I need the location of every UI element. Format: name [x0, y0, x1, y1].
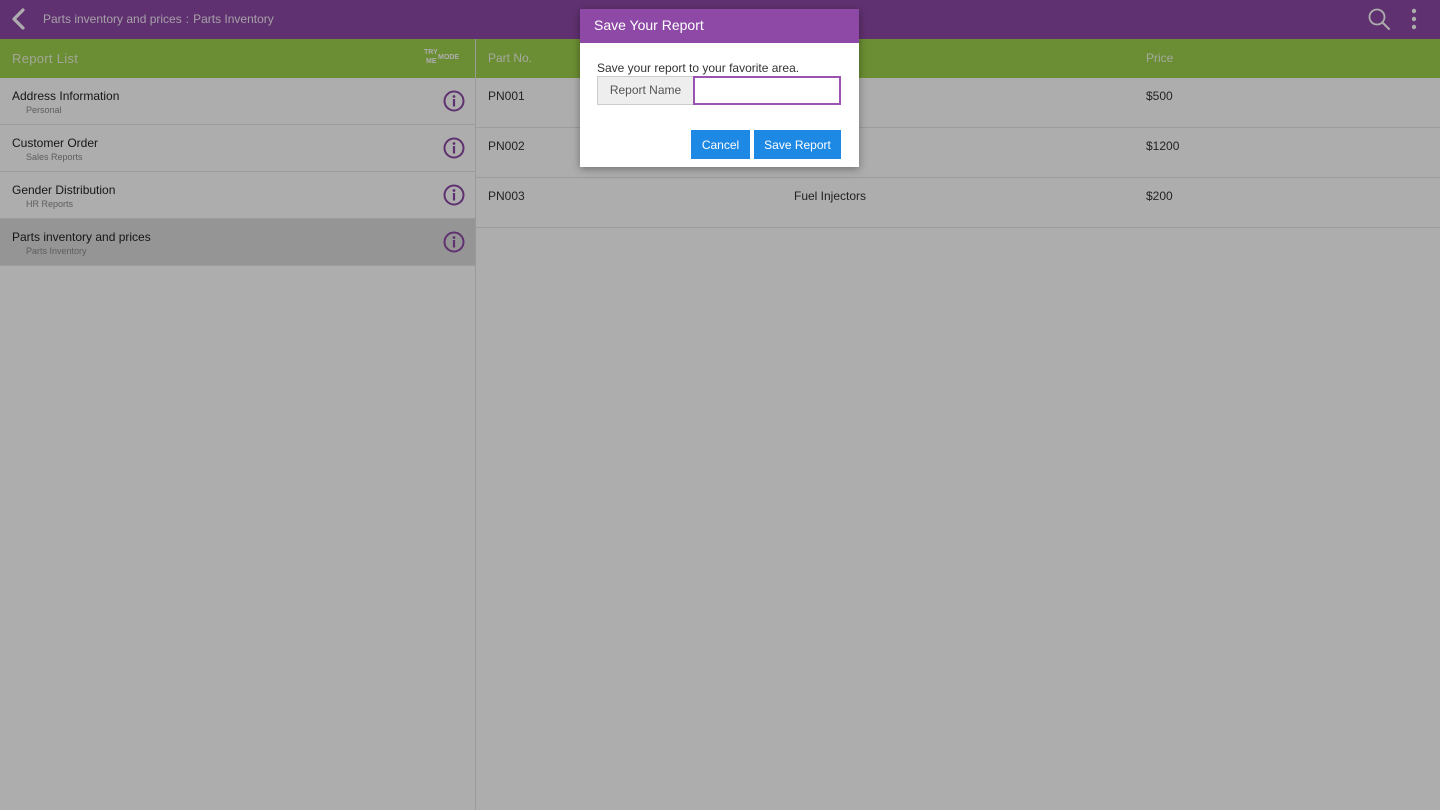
report-name-input[interactable] — [693, 76, 841, 105]
dialog-title: Save Your Report — [594, 17, 704, 33]
dialog-message: Save your report to your favorite area. — [597, 61, 800, 75]
dialog-header: Save Your Report — [580, 9, 859, 43]
save-report-dialog: Save Your Report Save your report to you… — [580, 9, 859, 167]
report-name-label: Report Name — [597, 76, 693, 105]
cancel-button[interactable]: Cancel — [691, 130, 750, 159]
save-report-button[interactable]: Save Report — [754, 130, 841, 159]
